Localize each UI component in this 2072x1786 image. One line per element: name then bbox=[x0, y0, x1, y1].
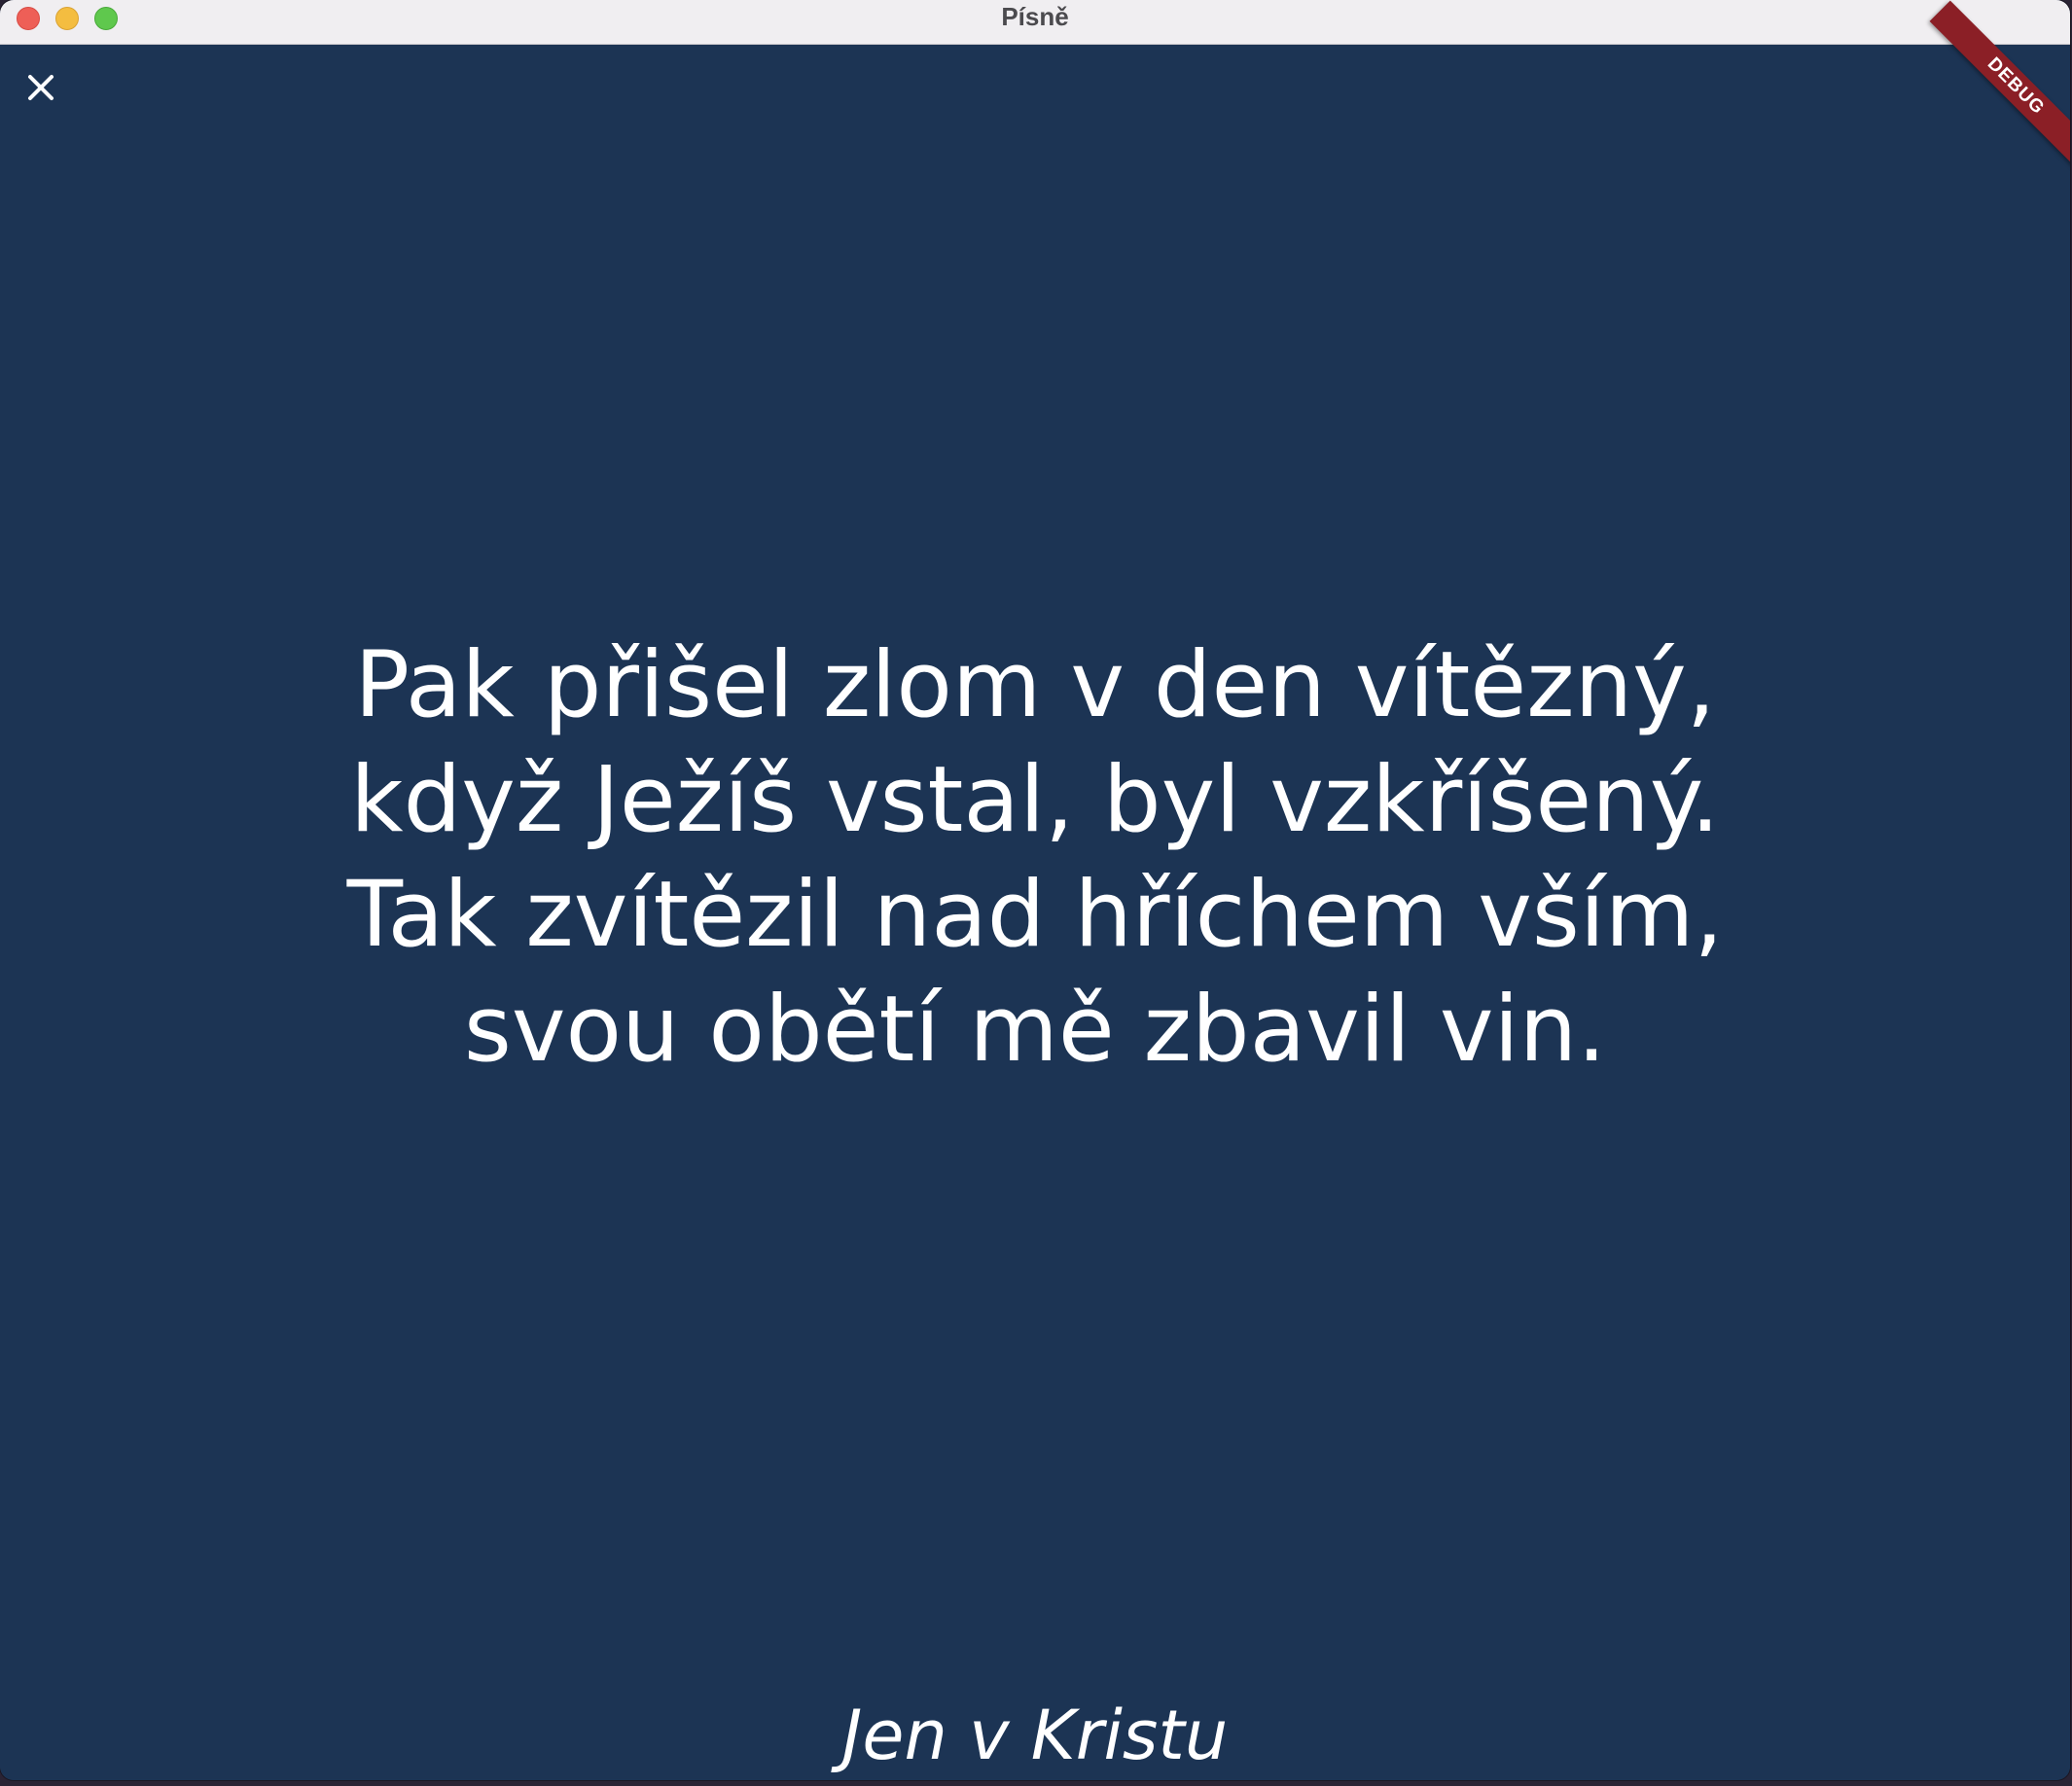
close-presentation-button[interactable] bbox=[21, 68, 60, 107]
presentation-view: DEBUG Pak přišel zlom v den vítězný, kdy… bbox=[0, 0, 2070, 1780]
lyric-line: když Ježíš vstal, byl vzkříšený. bbox=[350, 747, 1720, 853]
song-title: Jen v Kristu bbox=[841, 1696, 1229, 1775]
lyric-line: Pak přišel zlom v den vítězný, bbox=[354, 632, 1716, 738]
lyrics-verse: Pak přišel zlom v den vítězný, když Ježí… bbox=[0, 628, 2070, 1088]
close-icon bbox=[28, 75, 54, 100]
window-title: Písně bbox=[1001, 2, 1069, 31]
lyric-line: svou obětí mě zbavil vin. bbox=[463, 977, 1607, 1083]
title-bar[interactable]: Písně bbox=[0, 0, 2070, 45]
app-window: Písně DEBUG Pak přišel zlom v den vítězn… bbox=[0, 0, 2070, 1780]
lyric-line: Tak zvítězil nad hříchem vším, bbox=[346, 862, 1724, 968]
